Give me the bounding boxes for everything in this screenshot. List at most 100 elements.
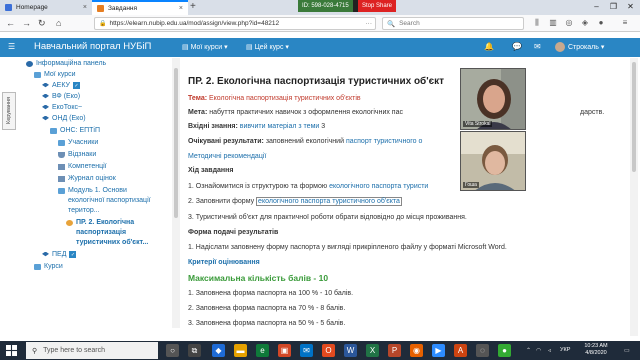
minimize-icon[interactable]: – bbox=[588, 0, 605, 13]
file-explorer-icon[interactable]: ▬ bbox=[234, 344, 247, 357]
maximize-icon[interactable]: ❐ bbox=[605, 0, 622, 13]
stop-share-button[interactable]: Stop Share bbox=[357, 0, 396, 12]
library-icon[interactable]: ⫼ bbox=[532, 18, 542, 28]
account-icon[interactable]: ● bbox=[596, 18, 606, 28]
screen-share-bar: ID: 598-028-4715 Stop Share bbox=[298, 0, 396, 12]
video-tile-1[interactable]: Vita Strokal bbox=[460, 68, 526, 130]
guidelines-link[interactable]: Методичні рекомендації bbox=[188, 153, 266, 160]
close-window-icon[interactable]: ✕ bbox=[622, 0, 639, 13]
submission-heading: Форма подачі результатів bbox=[188, 229, 279, 236]
my-courses-menu[interactable]: ▤ Мої курси ▾ bbox=[182, 43, 228, 51]
zoom-icon[interactable]: ▶ bbox=[432, 344, 445, 357]
reload-icon[interactable]: ↻ bbox=[38, 18, 46, 29]
nav-participants[interactable]: Учасники bbox=[58, 139, 98, 146]
scrollbar-thumb[interactable] bbox=[632, 62, 636, 172]
nav-my-courses[interactable]: Мої курси bbox=[34, 71, 76, 78]
nav-course-ons[interactable]: ОНС: ЕПТіП bbox=[50, 127, 100, 134]
assignment-icon bbox=[66, 219, 73, 226]
notification-center-icon[interactable]: ▭ bbox=[624, 347, 630, 354]
task-view-icon[interactable]: ⧉ bbox=[188, 344, 201, 357]
new-tab-button[interactable]: + bbox=[190, 1, 196, 12]
nav-module-1-line2[interactable]: екологічної паспортизації bbox=[68, 197, 151, 204]
date-text: 4/8/2020 bbox=[585, 350, 607, 356]
language-indicator[interactable]: УКР bbox=[560, 347, 570, 353]
score-3: 3. Заповнена форма паспорта на 50 % - 5 … bbox=[188, 320, 346, 327]
site-name[interactable]: Навчальний портал НУБіП bbox=[34, 41, 151, 52]
nav-module-1-line3[interactable]: територ... bbox=[68, 207, 100, 214]
windows-start-icon[interactable] bbox=[6, 345, 17, 356]
volume-icon[interactable]: ◃ bbox=[548, 347, 551, 354]
messages-icon[interactable]: 💬 bbox=[512, 42, 522, 51]
nav-module-1[interactable]: Модуль 1. Основи bbox=[58, 187, 127, 194]
nav-course-aeku[interactable]: АЕКУ ✓ bbox=[42, 82, 80, 89]
home-icon[interactable]: ⌂ bbox=[56, 18, 61, 28]
nav-competencies[interactable]: Компетенції bbox=[58, 163, 107, 170]
taskbar-search-input[interactable]: ⚲ Type here to search bbox=[26, 342, 158, 359]
nav-dashboard[interactable]: Інформаційна панель bbox=[26, 60, 106, 67]
nav-current-assignment-line3[interactable]: туристичних об'єкт... bbox=[76, 239, 148, 246]
taskbar-clock[interactable]: 10:23 AM 4/8/2020 bbox=[574, 343, 618, 357]
tab-assignment[interactable]: Завдання × bbox=[92, 0, 188, 15]
app-icon-1[interactable]: ◆ bbox=[212, 344, 225, 357]
edge-icon[interactable]: e bbox=[256, 344, 269, 357]
powerpoint-icon[interactable]: P bbox=[388, 344, 401, 357]
nav-course-ekotoks[interactable]: ЕкоТокс~ bbox=[42, 104, 82, 111]
tab-homepage[interactable]: Homepage × bbox=[0, 0, 92, 15]
submission-1: 1. Надіслати заповнену форму паспорта у … bbox=[188, 244, 507, 251]
nav-badges[interactable]: Відзнаки bbox=[58, 151, 96, 158]
administration-drawer-tab[interactable]: Керування bbox=[2, 92, 16, 130]
back-icon[interactable]: ← bbox=[6, 18, 15, 28]
chat-icon[interactable]: ✉ bbox=[534, 42, 541, 51]
shield-icon bbox=[58, 151, 65, 158]
page-scrollbar[interactable] bbox=[630, 58, 638, 336]
sidebar-icon[interactable]: ▥ bbox=[548, 18, 558, 28]
mail-icon[interactable]: ✉ bbox=[300, 344, 313, 357]
this-course-menu[interactable]: ▤ Цей курс ▾ bbox=[246, 43, 289, 51]
forward-icon[interactable]: → bbox=[22, 18, 31, 28]
excel-icon[interactable]: X bbox=[366, 344, 379, 357]
office-icon[interactable]: O bbox=[322, 344, 335, 357]
windows-taskbar: ⚲ Type here to search ○ ⧉ ◆ ▬ e ▣ ✉ O W … bbox=[0, 341, 640, 360]
knowledge-link[interactable]: вивчити матеріал з теми bbox=[240, 123, 320, 130]
nav-course-ond[interactable]: ОНД (Еко) bbox=[42, 115, 86, 122]
passport-link[interactable]: паспорт туристичного о bbox=[346, 138, 422, 145]
passport-form-link-2[interactable]: екологічного паспорта туристичного об'єк… bbox=[256, 197, 402, 206]
assignment-content: ПР. 2. Екологічна паспортизація туристич… bbox=[188, 64, 628, 334]
nav-course-vf[interactable]: ВФ (Еко) bbox=[42, 93, 80, 100]
close-tab-icon[interactable]: × bbox=[179, 5, 183, 12]
graduation-cap-icon bbox=[42, 251, 49, 257]
nav-course-ped[interactable]: ПЕД ✓ bbox=[42, 251, 77, 258]
word-icon[interactable]: W bbox=[344, 344, 357, 357]
scrollbar-thumb[interactable] bbox=[174, 68, 178, 218]
hamburger-icon[interactable]: ☰ bbox=[8, 42, 15, 51]
tray-arrow-icon[interactable]: ⌃ bbox=[526, 347, 531, 354]
address-bar[interactable]: 🔒 https://elearn.nubip.edu.ua/mod/assign… bbox=[94, 17, 376, 30]
extension-icon[interactable]: ◎ bbox=[564, 18, 574, 28]
nav-current-assignment-line2[interactable]: паспортизація bbox=[76, 229, 126, 236]
search-input[interactable]: 🔍 Search bbox=[382, 17, 524, 30]
firefox-icon[interactable]: ◉ bbox=[410, 344, 423, 357]
cortana-icon[interactable]: ○ bbox=[166, 344, 179, 357]
app-icon-2[interactable]: ◌ bbox=[476, 344, 489, 357]
checkbox-icon bbox=[58, 163, 65, 170]
store-icon[interactable]: ▣ bbox=[278, 344, 291, 357]
app-icon-3[interactable]: ● bbox=[498, 344, 511, 357]
nav-courses[interactable]: Курси bbox=[34, 263, 63, 270]
nav-current-assignment[interactable]: ПР. 2. Екологічна bbox=[66, 219, 134, 226]
video-tile-2[interactable]: Гоша bbox=[460, 131, 526, 191]
shield-icon[interactable]: ◈ bbox=[580, 18, 590, 28]
nav-gradebook[interactable]: Журнал оцінок bbox=[58, 175, 116, 182]
user-menu[interactable]: Строкаль ▾ bbox=[568, 43, 604, 51]
page-actions-icon[interactable]: ··· bbox=[366, 20, 373, 27]
menu-icon[interactable]: ≡ bbox=[620, 18, 630, 28]
close-tab-icon[interactable]: × bbox=[83, 4, 87, 11]
notifications-icon[interactable]: 🔔 bbox=[484, 42, 494, 51]
acrobat-icon[interactable]: A bbox=[454, 344, 467, 357]
network-icon[interactable]: ◠ bbox=[536, 347, 541, 354]
table-icon bbox=[58, 175, 65, 182]
passport-form-link[interactable]: екологічного паспорта туристи bbox=[329, 183, 428, 190]
browser-tab-strip: Homepage × Завдання × + ID: 598-028-4715… bbox=[0, 0, 640, 15]
criteria-link[interactable]: Критерії оцінювання bbox=[188, 259, 260, 266]
avatar[interactable] bbox=[555, 42, 565, 52]
navigation-scrollbar[interactable] bbox=[172, 58, 180, 328]
